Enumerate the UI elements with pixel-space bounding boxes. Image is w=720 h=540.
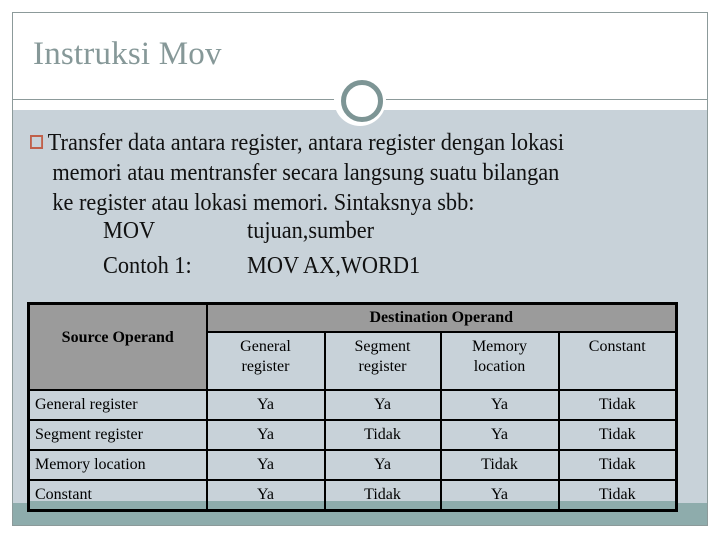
column-header-line: register	[241, 358, 290, 375]
decorative-ring-icon	[341, 80, 383, 122]
example-value: MOV AX,WORD1	[247, 253, 421, 279]
table-header-row: Source Operand Destination Operand	[27, 302, 678, 391]
table-cell: Ya	[439, 419, 560, 451]
table-row: Segment register Ya Tidak Ya Tidak	[27, 419, 678, 451]
table-cell: Ya	[439, 389, 560, 421]
column-header-line: register	[358, 358, 407, 375]
table-cell: Ya	[205, 479, 326, 512]
table-cell: Ya	[205, 389, 326, 421]
column-header: General register	[205, 331, 326, 391]
paragraph-line-text: Transfer data antara register, antara re…	[47, 130, 565, 156]
row-source-label: Memory location	[27, 449, 208, 481]
slide-title: Instruksi Mov	[33, 36, 222, 72]
syntax-label: MOV	[103, 218, 156, 244]
destination-operand-header: Destination Operand	[205, 302, 678, 333]
paragraph-line: memori atau mentransfer secara langsung …	[52, 160, 560, 186]
paragraph-line: ke register atau lokasi memori. Sintaksn…	[52, 190, 475, 216]
table-row: Constant Ya Tidak Ya Tidak	[27, 479, 678, 512]
source-operand-header: Source Operand	[27, 302, 208, 391]
column-header-line: Memory	[471, 338, 528, 355]
table-cell: Tidak	[439, 449, 560, 481]
column-header: Constant	[557, 331, 678, 391]
column-header-line: location	[473, 358, 526, 375]
row-source-label: Segment register	[27, 419, 208, 451]
column-header: Memory location	[439, 331, 560, 391]
syntax-value: tujuan,sumber	[247, 218, 375, 244]
table-cell: Tidak	[557, 479, 678, 512]
table-cell: Ya	[205, 449, 326, 481]
table-cell: Tidak	[557, 419, 678, 451]
column-header: Segment register	[323, 331, 442, 391]
table-row: Memory location Ya Ya Tidak Tidak	[27, 449, 678, 481]
table-cell: Ya	[439, 479, 560, 512]
row-source-label: General register	[27, 389, 208, 421]
table-cell: Ya	[205, 419, 326, 451]
hollow-square-bullet-icon	[30, 135, 44, 149]
table-row: General register Ya Ya Ya Tidak	[27, 389, 678, 421]
example-label: Contoh 1:	[103, 253, 192, 279]
table-cell: Tidak	[557, 449, 678, 481]
column-header-line: Constant	[588, 338, 646, 355]
row-source-label: Constant	[27, 479, 208, 512]
table-cell: Tidak	[557, 389, 678, 421]
bullet-paragraph: Transfer data antara register, antara re…	[30, 128, 644, 218]
table-cell: Ya	[323, 389, 442, 421]
table-cell: Tidak	[323, 479, 442, 512]
operand-table: Source Operand Destination Operand Gener…	[27, 302, 678, 512]
table-cell: Tidak	[323, 419, 442, 451]
column-header-line: Segment	[354, 338, 411, 355]
table-cell: Ya	[323, 449, 442, 481]
column-header-line: General	[240, 338, 291, 355]
paragraph-line: Transfer data antara register, antara re…	[30, 128, 644, 158]
